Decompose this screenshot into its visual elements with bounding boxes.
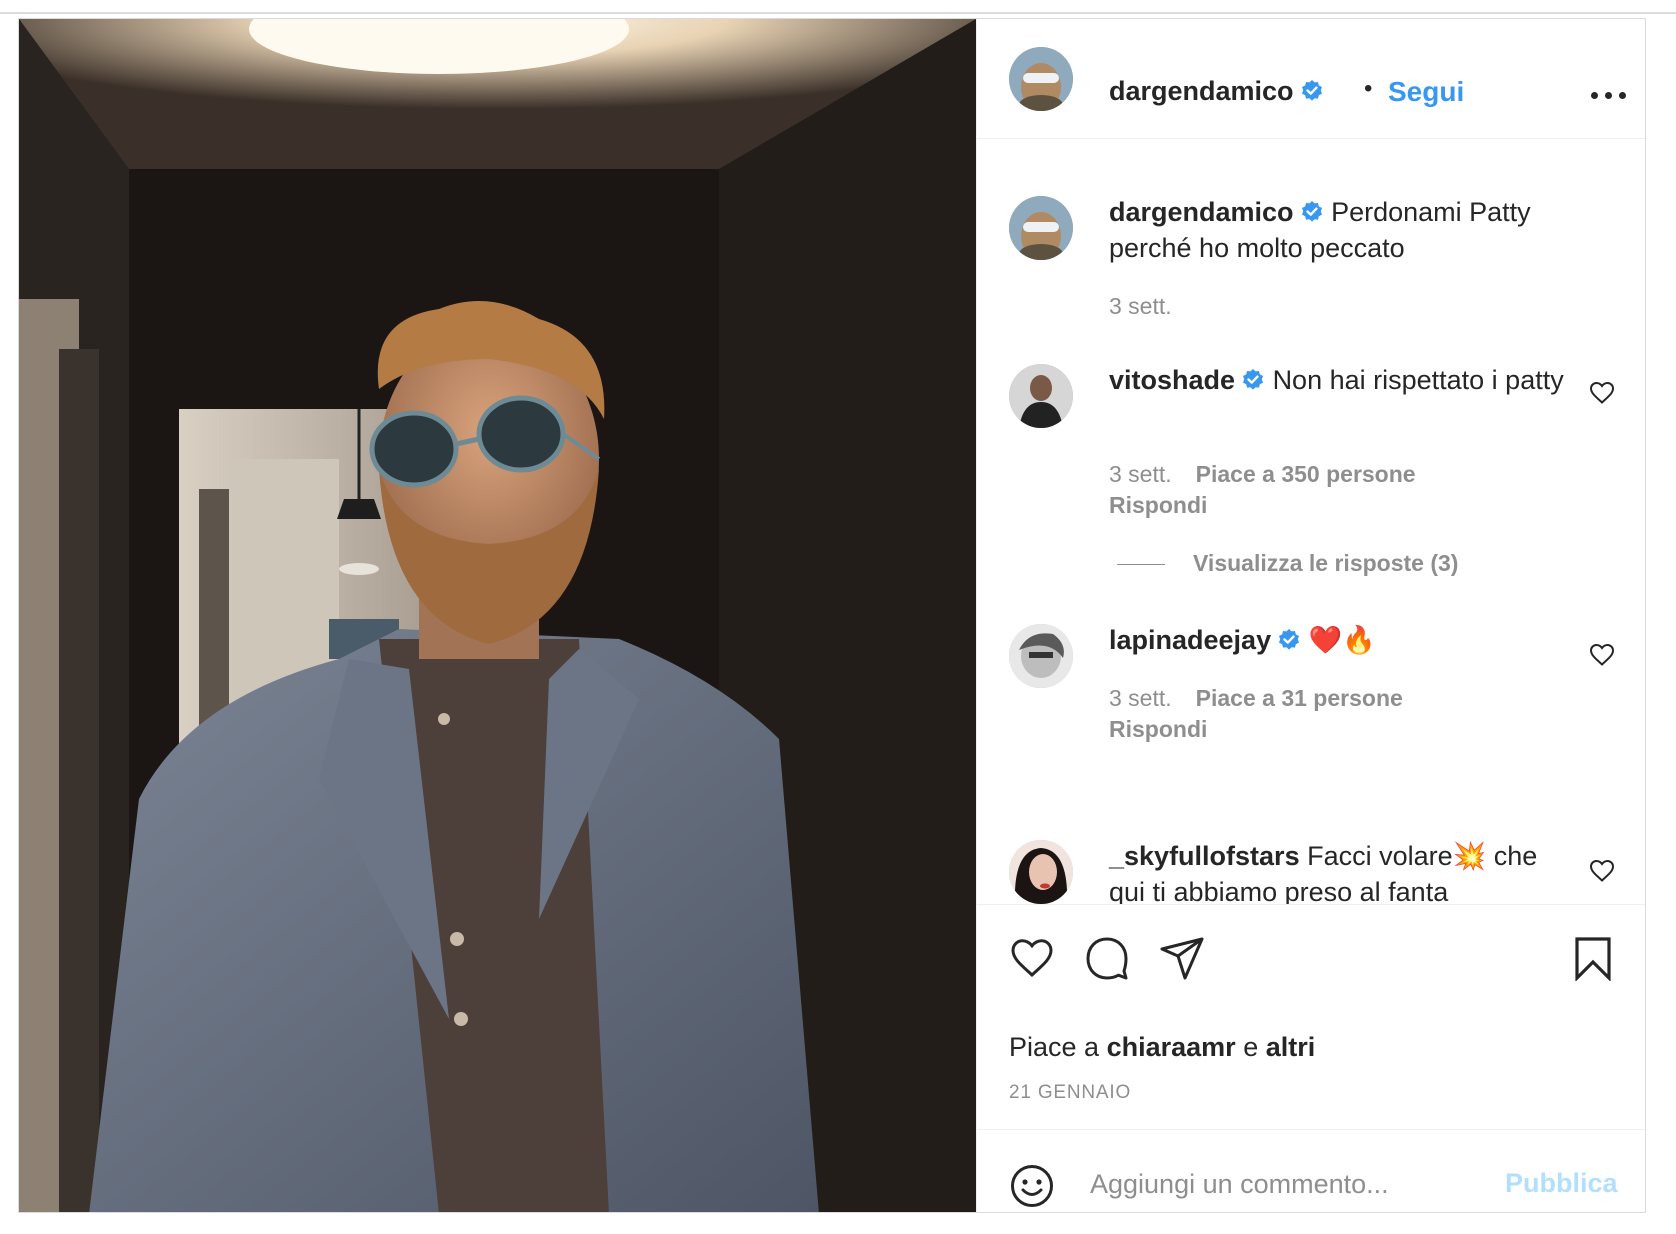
verified-badge-icon [1277, 628, 1301, 652]
emoji-smiley-icon[interactable] [1009, 1163, 1055, 1209]
caption-body: dargendamico Perdonami Patty perché ho m… [1109, 194, 1579, 266]
post-card: dargendamico • Segui dargendamico Perdon… [18, 18, 1646, 1213]
like-heart-icon[interactable] [1009, 935, 1055, 981]
commenter-avatar[interactable] [1009, 840, 1073, 904]
liked-by-user[interactable]: chiaraamr [1107, 1032, 1236, 1062]
photo-illustration [19, 19, 976, 1212]
header-separator: • [1364, 75, 1373, 102]
caption-avatar[interactable] [1009, 196, 1073, 260]
share-paper-plane-icon[interactable] [1159, 935, 1205, 981]
comment-like-heart-icon[interactable] [1589, 643, 1615, 667]
liked-by-conj: e [1243, 1032, 1259, 1062]
verified-badge-icon [1241, 368, 1265, 392]
comment-like-heart-icon[interactable] [1589, 859, 1615, 883]
comment-body: _skyfullofstars Facci volare💥 che qui ti… [1109, 838, 1569, 904]
comment-bubble-icon[interactable] [1084, 935, 1130, 981]
browser-divider [0, 12, 1676, 14]
comment-time[interactable]: 3 sett. [1109, 461, 1172, 487]
liked-by-others[interactable]: altri [1266, 1032, 1316, 1062]
replies-divider [1117, 564, 1165, 566]
caption-username[interactable]: dargendamico [1109, 197, 1324, 227]
follow-button[interactable]: Segui [1388, 76, 1464, 108]
add-comment-bar: Pubblica [977, 1129, 1645, 1212]
comment-meta: 3 sett. Piace a 350 persone [1109, 458, 1416, 490]
post-action-bar [977, 904, 1645, 1024]
post-date[interactable]: 21 GENNAIO [1009, 1082, 1131, 1104]
comment-text: Non hai rispettato i patty [1272, 365, 1564, 395]
author-username[interactable]: dargendamico [1109, 76, 1324, 107]
post-header: dargendamico • Segui [977, 19, 1645, 139]
save-bookmark-icon[interactable] [1570, 935, 1616, 981]
commenter-avatar[interactable] [1009, 364, 1073, 428]
caption-time[interactable]: 3 sett. [1109, 290, 1172, 322]
comment-text: ❤️🔥 [1308, 625, 1376, 655]
more-options-icon[interactable] [1589, 83, 1629, 107]
comment-like-heart-icon[interactable] [1589, 381, 1615, 405]
verified-badge-icon [1300, 200, 1324, 224]
comment-input[interactable] [1090, 1162, 1470, 1206]
comment-username[interactable]: lapinadeejay [1109, 625, 1301, 655]
post-details-panel: dargendamico • Segui dargendamico Perdon… [976, 19, 1645, 1212]
comment-likes-count[interactable]: Piace a 350 persone [1196, 461, 1416, 487]
comment-body: lapinadeejay ❤️🔥 [1109, 622, 1569, 658]
liked-by-summary[interactable]: Piace a chiaraamr e altri [1009, 1032, 1315, 1063]
reply-button[interactable]: Rispondi [1109, 716, 1207, 743]
comments-list[interactable]: dargendamico Perdonami Patty perché ho m… [977, 140, 1645, 904]
comment-meta: 3 sett. Piace a 31 persone [1109, 682, 1403, 714]
comment-username[interactable]: vitoshade [1109, 365, 1265, 395]
view-replies-label: Visualizza le risposte (3) [1193, 550, 1459, 576]
commenter-avatar[interactable] [1009, 624, 1073, 688]
view-replies-button[interactable]: Visualizza le risposte (3) [1117, 550, 1458, 577]
comment-username[interactable]: _skyfullofstars [1109, 841, 1300, 871]
comment-time[interactable]: 3 sett. [1109, 685, 1172, 711]
reply-button[interactable]: Rispondi [1109, 492, 1207, 519]
post-photo[interactable] [19, 19, 976, 1212]
verified-badge-icon [1300, 79, 1324, 103]
comment-body: vitoshade Non hai rispettato i patty [1109, 362, 1569, 398]
author-avatar[interactable] [1009, 47, 1073, 111]
liked-by-prefix: Piace a [1009, 1032, 1100, 1062]
publish-button[interactable]: Pubblica [1505, 1168, 1618, 1199]
comment-likes-count[interactable]: Piace a 31 persone [1196, 685, 1403, 711]
